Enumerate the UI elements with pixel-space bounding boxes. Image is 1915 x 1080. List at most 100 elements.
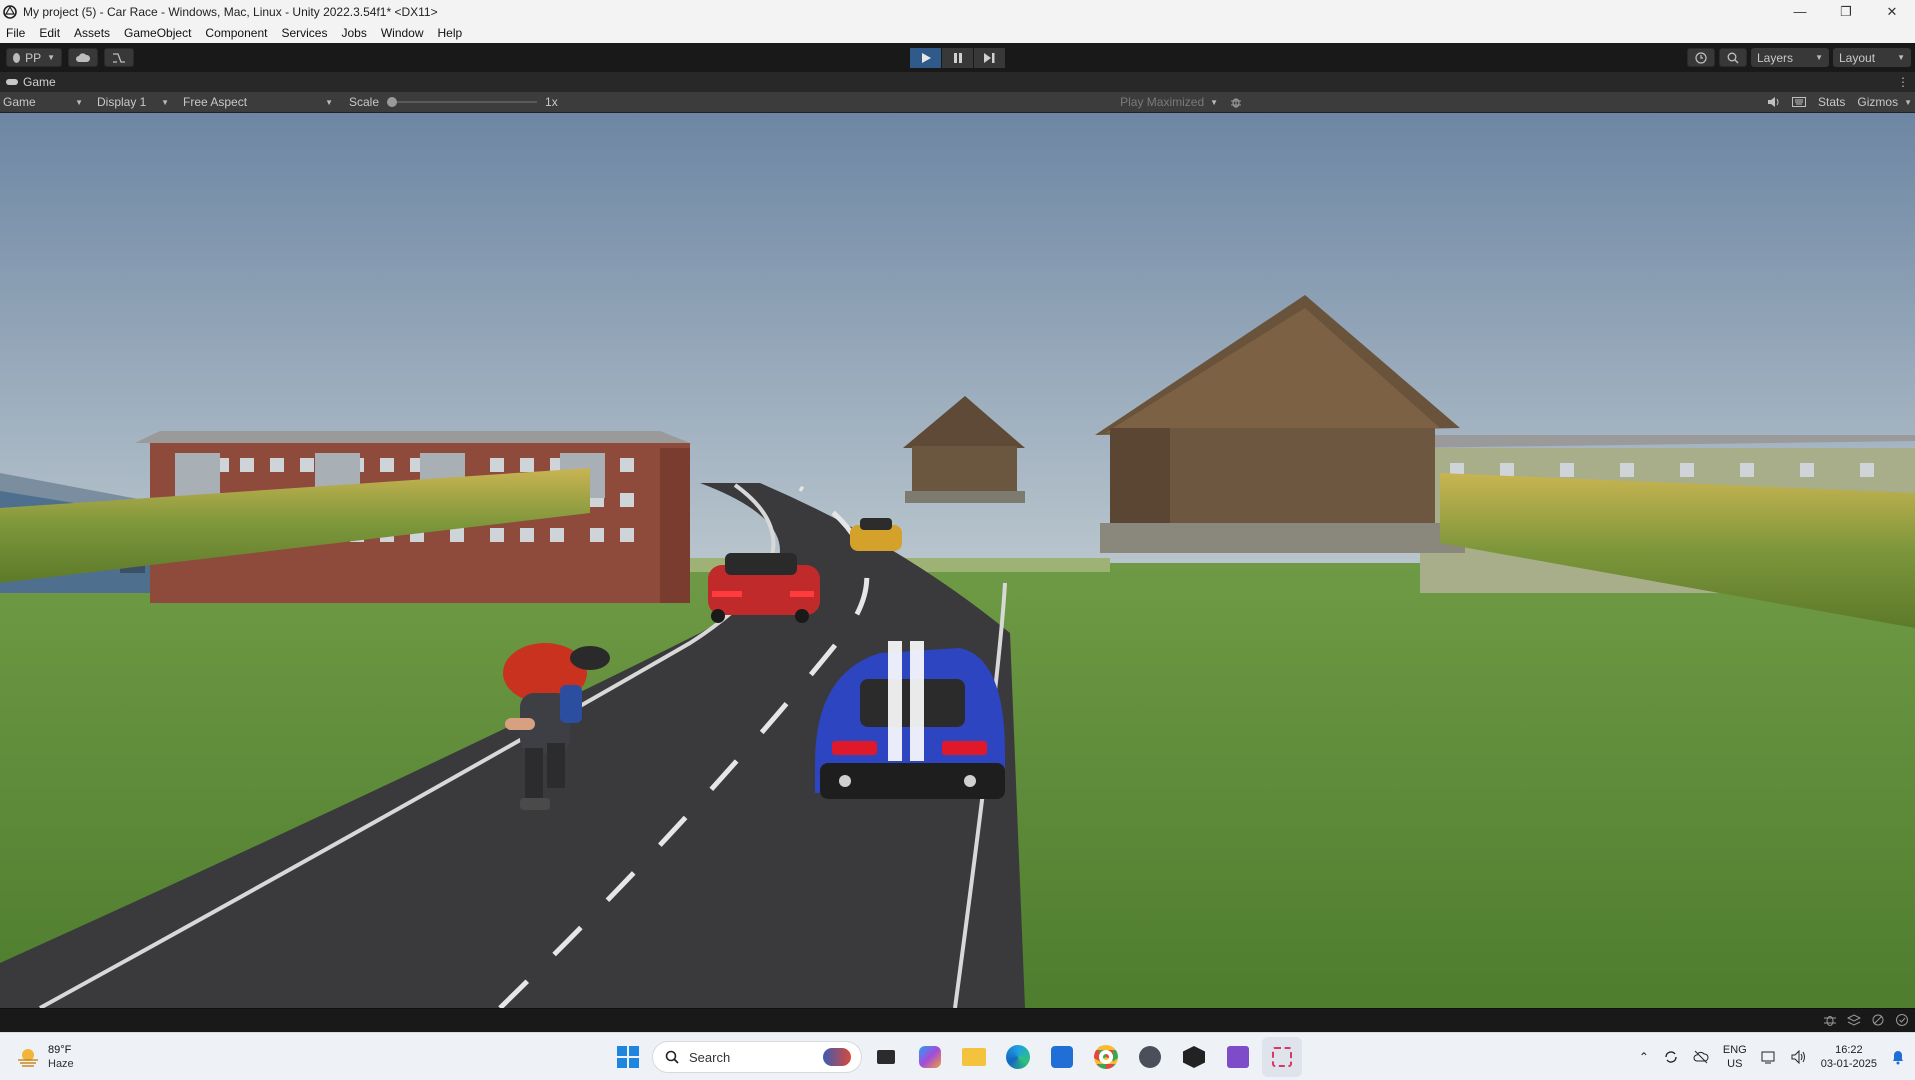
windows-logo-icon — [617, 1046, 639, 1068]
display-dropdown[interactable]: Display 1 ▼ — [94, 92, 172, 113]
scale-control: Scale 1x — [346, 92, 561, 113]
graphics-icon[interactable] — [1871, 1013, 1885, 1027]
search-icon — [665, 1050, 679, 1064]
layout-label: Layout — [1839, 50, 1876, 65]
menu-assets[interactable]: Assets — [74, 26, 110, 40]
clock[interactable]: 16:22 03-01-2025 — [1821, 1043, 1877, 1071]
sync-icon[interactable] — [1663, 1049, 1679, 1065]
main-toolbar: PP ▼ Layers ▼ Layout ▼ — [0, 43, 1915, 72]
menu-component[interactable]: Component — [205, 26, 267, 40]
scale-slider[interactable] — [387, 97, 538, 107]
unity-hub-button[interactable] — [1130, 1037, 1170, 1077]
chrome-button[interactable] — [1086, 1037, 1126, 1077]
chevron-up-icon[interactable]: ⌃ — [1639, 1050, 1649, 1064]
play-mode-label: Play Maximized — [1120, 95, 1205, 109]
taskbar-search[interactable]: Search — [652, 1041, 862, 1073]
volume-icon[interactable] — [1791, 1050, 1807, 1064]
mute-audio-button[interactable] — [1765, 92, 1783, 113]
gizmos-dropdown[interactable]: Gizmos ▼ — [1854, 92, 1915, 113]
chevron-down-icon: ▼ — [1904, 97, 1912, 107]
maximize-button[interactable]: ❐ — [1823, 0, 1869, 23]
layers-label: Layers — [1757, 50, 1794, 65]
snipping-tool-button[interactable] — [1262, 1037, 1302, 1077]
game-tab-row: Game ⋮ — [0, 72, 1915, 92]
visual-studio-button[interactable] — [1218, 1037, 1258, 1077]
layers-dropdown[interactable]: Layers ▼ — [1751, 48, 1829, 67]
copilot-icon — [919, 1046, 941, 1068]
weather-widget[interactable]: 89°F Haze — [16, 1043, 74, 1071]
version-control-button[interactable] — [104, 48, 134, 67]
task-view-icon — [877, 1050, 895, 1064]
menu-help[interactable]: Help — [438, 26, 463, 40]
close-button[interactable]: ✕ — [1869, 0, 1915, 23]
shortcuts-button[interactable] — [1789, 92, 1809, 113]
play-mode-dropdown[interactable]: Play Maximized ▼ — [1117, 92, 1221, 113]
weather-temp: 89°F — [48, 1043, 72, 1056]
scale-value: 1x — [545, 95, 558, 109]
search-button[interactable] — [1719, 48, 1747, 67]
status-bar — [0, 1008, 1915, 1032]
layers-status-icon[interactable] — [1847, 1013, 1861, 1027]
snipping-tool-icon — [1272, 1047, 1292, 1067]
speaker-icon — [1768, 97, 1779, 107]
notification-bell-icon[interactable] — [1891, 1049, 1905, 1065]
step-button[interactable] — [974, 48, 1005, 68]
copilot-button[interactable] — [910, 1037, 950, 1077]
branch-icon — [113, 52, 125, 63]
cloud-off-icon[interactable] — [1693, 1049, 1709, 1065]
network-icon[interactable] — [1761, 1050, 1777, 1064]
store-button[interactable] — [1042, 1037, 1082, 1077]
pause-button[interactable] — [942, 48, 973, 68]
taskbar-apps: Search — [608, 1037, 1302, 1077]
more-options-icon[interactable]: ⋮ — [1897, 75, 1909, 89]
layout-dropdown[interactable]: Layout ▼ — [1833, 48, 1911, 67]
menu-file[interactable]: File — [6, 26, 25, 40]
language-code: ENG — [1722, 1044, 1747, 1056]
undo-history-button[interactable] — [1687, 48, 1715, 67]
check-circle-icon[interactable] — [1895, 1013, 1909, 1027]
unity-hub-icon — [1139, 1046, 1161, 1068]
visual-studio-icon — [1227, 1046, 1249, 1068]
play-button[interactable] — [910, 48, 941, 68]
menu-services[interactable]: Services — [281, 26, 327, 40]
chevron-down-icon: ▼ — [1815, 53, 1823, 62]
game-mode-label: Game — [3, 95, 36, 109]
tab-game[interactable]: Game — [0, 75, 56, 89]
haze-sun-icon — [18, 1048, 38, 1067]
clock-date: 03-01-2025 — [1820, 1058, 1877, 1070]
system-tray: ⌃ ENG US 16:22 03-01-2025 — [1639, 1037, 1905, 1077]
unity-editor-button[interactable] — [1174, 1037, 1214, 1077]
language-indicator[interactable]: ENG US — [1723, 1043, 1747, 1071]
task-view-button[interactable] — [866, 1037, 906, 1077]
file-explorer-button[interactable] — [954, 1037, 994, 1077]
bug-report-button[interactable] — [1227, 92, 1245, 113]
game-view-toolbar: Game ▼ Display 1 ▼ Free Aspect ▼ Scale 1… — [0, 92, 1915, 113]
debug-icon[interactable] — [1823, 1013, 1837, 1027]
menu-gameobject[interactable]: GameObject — [124, 26, 191, 40]
game-viewport[interactable] — [0, 113, 1915, 1008]
menu-jobs[interactable]: Jobs — [341, 26, 366, 40]
account-icon — [13, 52, 21, 63]
chevron-down-icon: ▼ — [161, 97, 169, 107]
account-dropdown[interactable]: PP ▼ — [6, 48, 62, 67]
playback-controls — [910, 48, 1005, 68]
gizmos-label: Gizmos — [1857, 95, 1899, 109]
chevron-down-icon: ▼ — [75, 97, 83, 107]
scale-slider-handle[interactable] — [387, 97, 398, 107]
stats-button[interactable]: Stats — [1815, 92, 1848, 113]
aspect-dropdown[interactable]: Free Aspect ▼ — [180, 92, 336, 113]
menu-edit[interactable]: Edit — [39, 26, 60, 40]
game-mode-dropdown[interactable]: Game ▼ — [0, 92, 86, 113]
start-button[interactable] — [608, 1037, 648, 1077]
edge-icon — [1006, 1045, 1030, 1069]
windows-taskbar: 89°F Haze Search ⌃ ENG US 16:22 03-01-20… — [0, 1032, 1915, 1080]
edge-button[interactable] — [998, 1037, 1038, 1077]
cloud-button[interactable] — [68, 48, 98, 67]
minimize-button[interactable]: — — [1777, 0, 1823, 23]
tab-game-label: Game — [23, 75, 56, 89]
chrome-icon — [1094, 1045, 1118, 1069]
search-icon — [1727, 52, 1739, 63]
menu-window[interactable]: Window — [381, 26, 424, 40]
keyboard-icon — [1792, 97, 1807, 107]
step-icon — [984, 53, 995, 63]
